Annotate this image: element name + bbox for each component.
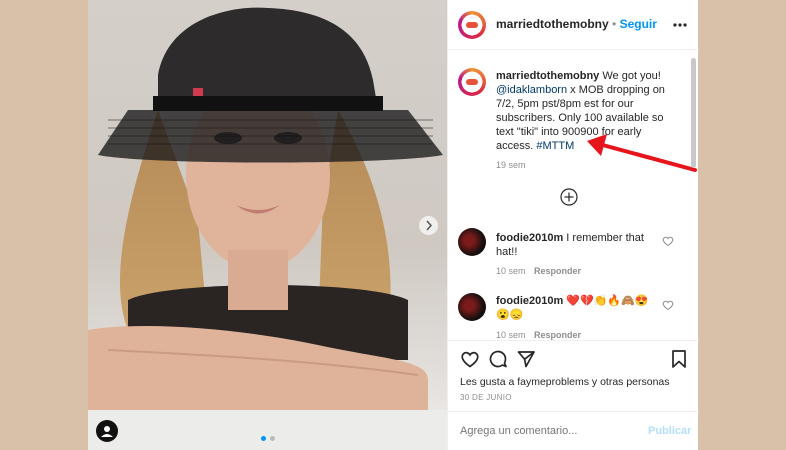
likes-text[interactable]: Les gusta a faymeproblems y otras person… <box>460 375 670 389</box>
caption-hashtag[interactable]: #MTTM <box>536 140 574 152</box>
more-icon <box>673 23 687 27</box>
header-username[interactable]: marriedtothemobny <box>496 17 609 31</box>
post-date: 30 DE JUNIO <box>460 393 512 402</box>
heart-icon <box>461 351 479 368</box>
post-modal: marriedtothemobny • Seguir marriedtothem… <box>88 0 699 450</box>
reply-button[interactable]: Responder <box>534 330 581 340</box>
save-button[interactable] <box>670 349 688 369</box>
next-image-button[interactable] <box>419 216 438 235</box>
comment-button[interactable] <box>488 349 508 369</box>
share-button[interactable] <box>516 349 536 369</box>
scrollbar[interactable] <box>691 58 696 168</box>
add-comment-bar: Publicar <box>448 411 699 450</box>
caption-username[interactable]: marriedtothemobny <box>496 70 599 82</box>
heart-icon <box>662 300 674 311</box>
load-more-comments-button[interactable] <box>560 188 578 206</box>
post-details-panel: marriedtothemobny • Seguir marriedtothem… <box>447 0 699 450</box>
follow-button[interactable]: Seguir <box>620 17 657 31</box>
account-avatar[interactable] <box>458 11 486 39</box>
comment-time: 10 sem <box>496 266 526 276</box>
comment-username[interactable]: foodie2010m <box>496 295 563 307</box>
comment-username[interactable]: foodie2010m <box>496 232 563 244</box>
comment-like-button[interactable] <box>662 299 674 311</box>
like-button[interactable] <box>460 349 480 369</box>
comment-avatar[interactable] <box>458 228 486 256</box>
share-icon <box>517 351 535 368</box>
publish-button[interactable]: Publicar <box>648 425 691 437</box>
more-options-button[interactable] <box>671 18 689 32</box>
heart-icon <box>662 236 674 247</box>
comment-meta: 10 sem Responder <box>496 266 581 276</box>
post-photo <box>88 7 447 450</box>
comment-input[interactable] <box>460 422 630 440</box>
caption-mention[interactable]: @idaklamborn <box>496 84 567 96</box>
reply-button[interactable]: Responder <box>534 266 581 276</box>
comment-time: 10 sem <box>496 330 526 340</box>
header-separator: • <box>612 17 617 31</box>
annotation-arrow <box>587 134 697 172</box>
carousel-dot-active <box>261 436 266 441</box>
load-more-icon <box>560 188 578 206</box>
comment-avatar[interactable] <box>458 293 486 321</box>
next-image-icon <box>426 220 433 231</box>
caption-time: 19 sem <box>496 160 526 170</box>
carousel-dot <box>270 436 275 441</box>
caption-avatar[interactable] <box>458 68 486 96</box>
caption-text-1: We got you! <box>599 70 661 82</box>
user-tag-icon <box>101 426 113 437</box>
comment-text: foodie2010m I remember that hat!! <box>496 231 661 259</box>
post-actions: Les gusta a faymeproblems y otras person… <box>448 340 699 410</box>
comments-scroll-area[interactable]: marriedtothemobny We got you! @idaklambo… <box>448 50 699 340</box>
comment-meta: 10 sem Responder <box>496 330 581 340</box>
bookmark-icon <box>672 350 686 368</box>
user-tag-button[interactable] <box>96 420 118 442</box>
comment-like-button[interactable] <box>662 235 674 247</box>
comment-text: foodie2010m ❤️💔👏🔥🙈😍😮😞 <box>496 294 661 322</box>
post-header: marriedtothemobny • Seguir <box>448 0 699 50</box>
post-image[interactable] <box>88 0 447 450</box>
comment-icon <box>489 350 507 368</box>
carousel-dots <box>261 436 275 441</box>
